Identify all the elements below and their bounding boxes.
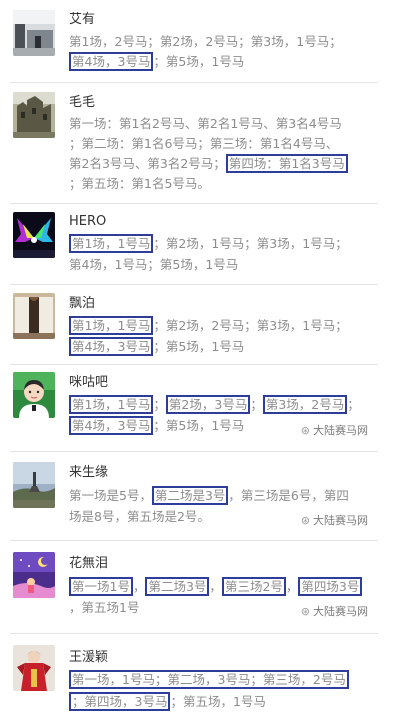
- highlighted-text: 第1场，1号马: [69, 234, 154, 253]
- divider: [10, 284, 378, 285]
- building-photo-avatar: [13, 92, 55, 138]
- comment-line: 第一场是5号， 第二场是3号 ，第三场是6号，第四: [69, 486, 349, 505]
- comment-line: ；第二场：第1名6号马；第三场：第1名4号马、: [69, 136, 338, 152]
- highlighted-text: 第1场，1号马: [69, 316, 154, 335]
- user-name: HERO: [69, 214, 107, 229]
- neon-wings-avatar: [13, 212, 55, 258]
- watermark-text: 大陆赛马网: [313, 514, 368, 527]
- highlighted-text: 第一场，1号马；第二场，3号马；第三场，2号马: [69, 670, 349, 689]
- highlighted-text: 第4场，3号马: [69, 416, 154, 435]
- child-photo-avatar: [13, 372, 55, 418]
- comment-text: ；第5场，1号马: [153, 54, 245, 69]
- avatar[interactable]: [13, 10, 55, 56]
- comment-text: 第一场是5号，: [69, 488, 152, 503]
- user-name: 咪咕吧: [69, 375, 109, 390]
- comment-text: ；第五场，1号马: [170, 694, 266, 709]
- comment-text: 场是8号，第五场是2号。: [69, 509, 210, 524]
- comment-line: 第1场，1号马；第2场，3号马；第3场，2号马；: [69, 395, 360, 414]
- comment-line: 第1场，1号马 ；第2场，1号马；第3场，1号马；: [69, 234, 348, 253]
- watermark-text: 大陆赛马网: [313, 605, 368, 618]
- highlighted-text: 第四场3号: [298, 577, 363, 596]
- avatar[interactable]: [13, 645, 55, 691]
- comment-line: ；第五场：第1名5号马。: [69, 176, 210, 192]
- comment-line: 第1场，2号马；第2场，2号马；第3场，1号马；: [69, 34, 342, 50]
- comment-text: ；: [153, 397, 166, 412]
- comment-line: 场是8号，第五场是2号。: [69, 509, 210, 525]
- comment-text: 第2名3号马、第3名2号马；: [69, 156, 226, 171]
- highlighted-text: 第1场，1号马: [69, 395, 154, 414]
- highlighted-text: 第3场，2号马: [262, 395, 348, 414]
- comment-line: ；第四场，3号马 ；第五场，1号马: [69, 692, 266, 711]
- wechat-icon: ⊛: [300, 605, 310, 618]
- divider: [10, 203, 378, 204]
- watermark-text: 大陆赛马网: [313, 424, 368, 437]
- indoor-photo-avatar: [13, 10, 55, 56]
- avatar[interactable]: [13, 462, 55, 508]
- comment-text: 第一场：第1名2号马、第2名1号马、第3名4号马: [69, 116, 342, 131]
- comment-text: ；第2场，1号马；第3场，1号马；: [153, 236, 348, 251]
- comment-line: 第一场1号，第二场3号，第三场2号，第四场3号: [69, 577, 363, 596]
- watermark: ⊛ 大陆赛马网: [301, 514, 368, 528]
- highlighted-text: 第三场2号: [221, 577, 286, 596]
- highlighted-text: 第二场是3号: [151, 486, 229, 505]
- comment-text: ；第五场：第1名5号马。: [69, 176, 210, 191]
- red-costume-avatar: [13, 645, 55, 691]
- avatar[interactable]: [13, 293, 55, 339]
- comment-text: ；第5场，1号马: [153, 418, 245, 433]
- highlighted-text: 第4场，3号马: [69, 52, 154, 71]
- comment-text: ；第2场，2号马；第3场，1号马；: [153, 318, 348, 333]
- user-name: 毛毛: [69, 95, 96, 110]
- comment-text: ；第5场，1号马: [153, 339, 245, 354]
- avatar[interactable]: [13, 212, 55, 258]
- watermark: ⊛ 大陆赛马网: [301, 605, 368, 619]
- room-photo-avatar: [13, 293, 55, 339]
- wechat-icon: ⊛: [300, 424, 310, 437]
- comment-text: ；: [250, 397, 263, 412]
- comment-line: 第4场，3号马 ；第5场，1号马: [69, 337, 245, 356]
- night-cartoon-avatar: [13, 552, 55, 598]
- comment-text: ，第三场是6号，第四: [228, 488, 349, 503]
- comment-line: ，第五场1号: [69, 600, 139, 616]
- highlighted-text: 第二场3号: [145, 577, 210, 596]
- user-name: 花無泪: [69, 556, 109, 571]
- divider: [10, 540, 378, 541]
- divider: [10, 364, 378, 365]
- comment-line: 第4场，3号马 ；第5场，1号马: [69, 416, 245, 435]
- divider: [10, 633, 378, 634]
- comment-line: 第4场，1号马；第5场，1号马: [69, 257, 238, 273]
- user-name: 飘泊: [69, 296, 96, 311]
- avatar[interactable]: [13, 552, 55, 598]
- comment-line: 第1场，1号马 ；第2场，2号马；第3场，1号马；: [69, 316, 348, 335]
- comment-text: ，: [209, 579, 222, 594]
- user-name: 来生缘: [69, 465, 109, 480]
- comment-line: 第一场：第1名2号马、第2名1号马、第3名4号马: [69, 116, 342, 132]
- highlighted-text: ；第四场，3号马: [69, 692, 171, 711]
- comment-text: ，第五场1号: [69, 600, 140, 615]
- highlighted-text: 第四场：第1名3号马: [225, 154, 348, 173]
- highlighted-text: 第2场，3号马: [165, 395, 251, 414]
- comment-text: 第4场，1号马；第5场，1号马: [69, 257, 239, 272]
- watermark: ⊛ 大陆赛马网: [301, 424, 368, 438]
- wechat-icon: ⊛: [300, 514, 310, 527]
- avatar[interactable]: [13, 92, 55, 138]
- divider: [10, 451, 378, 452]
- highlighted-text: 第4场，3号马: [69, 337, 154, 356]
- user-name: 艾有: [69, 12, 96, 27]
- user-name: 王湲颖: [69, 650, 109, 665]
- comment-line: 第4场，3号马 ；第5场，1号马: [69, 52, 245, 71]
- comment-text: ，: [285, 579, 299, 594]
- comment-text: ；第二场：第1名6号马；第三场：第1名4号马、: [69, 136, 339, 151]
- comment-text: ；: [347, 397, 360, 412]
- comment-text: ，: [132, 579, 146, 594]
- highlighted-text: 第一场1号: [69, 577, 133, 596]
- avatar[interactable]: [13, 372, 55, 418]
- comment-text: 第1场，2号马；第2场，2号马；第3场，1号马；: [69, 34, 342, 49]
- comment-line: 第2名3号马、第3名2号马； 第四场：第1名3号马: [69, 154, 348, 173]
- landscape-photo-avatar: [13, 462, 55, 508]
- divider: [10, 82, 378, 83]
- comment-line: 第一场，1号马；第二场，3号马；第三场，2号马: [69, 670, 349, 689]
